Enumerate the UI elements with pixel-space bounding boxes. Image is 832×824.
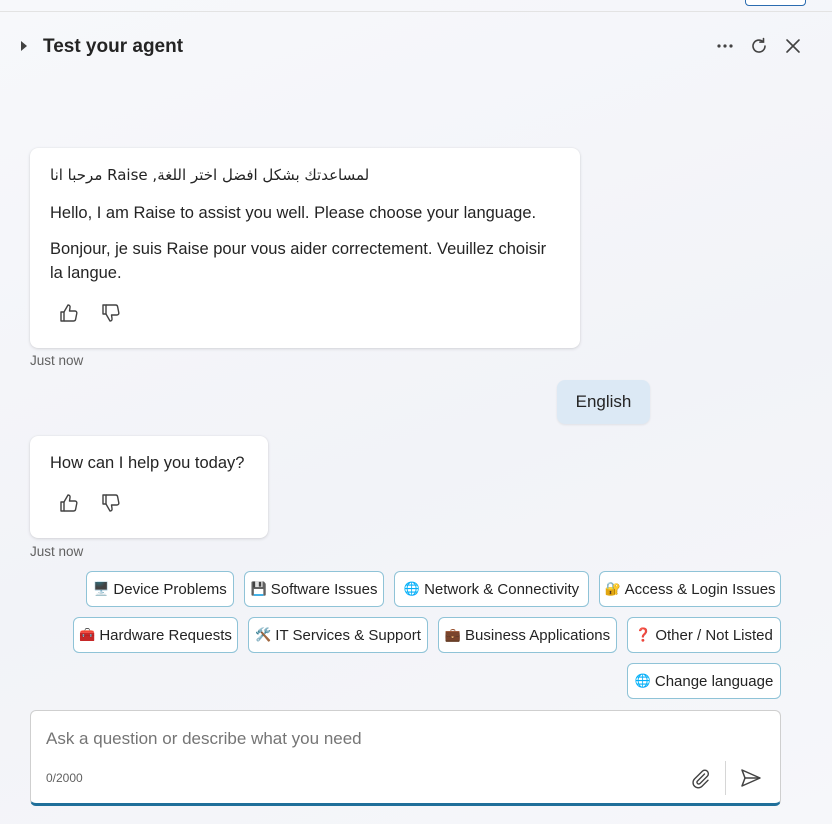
tools-icon: 🛠️ — [255, 627, 272, 643]
suggestion-chip-software-issues[interactable]: 💾 Software Issues — [244, 571, 384, 607]
thumbs-down-icon[interactable] — [100, 302, 122, 324]
message-text-english: Hello, I am Raise to assist you well. Pl… — [50, 204, 537, 222]
suggestion-chip-hardware-requests[interactable]: 🧰 Hardware Requests — [73, 617, 238, 653]
chip-label: Business Applications — [465, 626, 611, 644]
suggestion-chip-business-apps[interactable]: 💼 Business Applications — [438, 617, 617, 653]
floppy-disk-icon: 💾 — [250, 581, 267, 597]
chip-label: Network & Connectivity — [424, 580, 580, 598]
character-counter: 0/2000 — [46, 771, 83, 785]
collapse-caret-icon[interactable] — [21, 41, 27, 51]
feedback-buttons — [58, 492, 122, 514]
more-options-icon[interactable] — [713, 34, 737, 58]
suggestion-chip-other[interactable]: ❓ Other / Not Listed — [627, 617, 781, 653]
briefcase-icon: 💼 — [444, 627, 462, 643]
chip-label: Access & Login Issues — [624, 580, 776, 598]
message-timestamp: Just now — [30, 353, 84, 368]
composer-divider — [725, 761, 726, 795]
send-icon[interactable] — [739, 766, 763, 790]
refresh-icon[interactable] — [747, 34, 771, 58]
feedback-buttons — [58, 302, 122, 324]
message-timestamp: Just now — [30, 544, 84, 559]
globe-icon: 🌐 — [634, 673, 651, 689]
message-composer: 0/2000 — [30, 710, 781, 806]
thumbs-up-icon[interactable] — [58, 492, 80, 514]
user-message: English — [557, 380, 650, 424]
lock-key-icon: 🔐 — [604, 581, 621, 597]
bot-message-help: How can I help you today? — [30, 436, 268, 538]
chip-label: Software Issues — [270, 580, 378, 598]
question-mark-icon: ❓ — [635, 627, 652, 643]
suggestion-chip-it-services[interactable]: 🛠️ IT Services & Support — [248, 617, 428, 653]
chip-label: Hardware Requests — [99, 626, 232, 644]
top-divider — [0, 11, 832, 12]
thumbs-up-icon[interactable] — [58, 302, 80, 324]
message-text-arabic: مرحبا انا Raise ,لمساعدتك بشكل افضل اختر… — [50, 166, 370, 184]
chip-label: Device Problems — [113, 580, 227, 598]
attachment-icon[interactable] — [689, 767, 711, 789]
globe-icon: 🌐 — [403, 581, 421, 597]
chip-label: IT Services & Support — [275, 626, 421, 644]
computer-icon: 🖥️ — [93, 581, 110, 597]
bot-message-greeting: مرحبا انا Raise ,لمساعدتك بشكل افضل اختر… — [30, 148, 580, 348]
panel-title: Test your agent — [43, 36, 184, 57]
top-button-edge[interactable] — [745, 0, 806, 6]
thumbs-down-icon[interactable] — [100, 492, 122, 514]
message-text-french: Bonjour, je suis Raise pour vous aider c… — [50, 240, 547, 282]
message-text: How can I help you today? — [50, 454, 245, 472]
chip-label: Change language — [654, 672, 774, 690]
message-input[interactable] — [46, 729, 646, 749]
toolbox-icon: 🧰 — [79, 627, 96, 643]
suggestion-chip-network-connectivity[interactable]: 🌐 Network & Connectivity — [394, 571, 589, 607]
suggestion-chip-device-problems[interactable]: 🖥️ Device Problems — [86, 571, 234, 607]
suggestion-chip-change-language[interactable]: 🌐 Change language — [627, 663, 781, 699]
suggestion-chip-access-login[interactable]: 🔐 Access & Login Issues — [599, 571, 781, 607]
panel-header: Test your agent — [0, 28, 832, 68]
close-icon[interactable] — [781, 34, 805, 58]
chip-label: Other / Not Listed — [655, 626, 773, 644]
